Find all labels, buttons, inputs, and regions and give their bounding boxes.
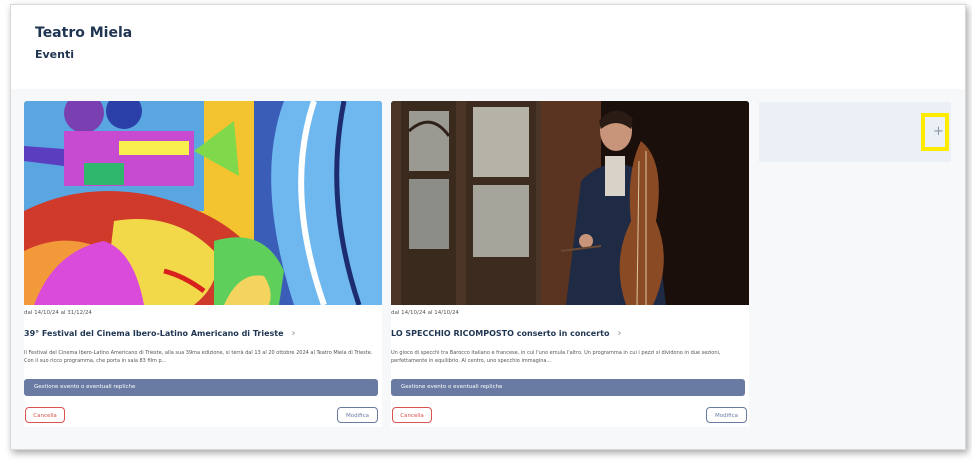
manage-event-button[interactable]: Gestione evento o eventuali repliche [391,379,745,396]
musician-with-double-bass-photo-image [391,101,749,305]
event-image[interactable] [24,101,382,305]
event-title: 39° Festival del Cinema Ibero-Latino Ame… [24,329,284,338]
event-title-link[interactable]: LO SPECCHIO RICOMPOSTO conserto in conce… [391,328,622,339]
event-description: Il Festival del Cinema Ibero-Latino Amer… [24,350,373,364]
event-card: dal 14/10/24 al 14/10/24 LO SPECCHIO RIC… [391,101,749,427]
event-dates: dal 14/10/24 al 31/12/24 [24,310,92,316]
chevron-right-icon: › [291,328,296,339]
plus-icon[interactable]: + [933,125,944,138]
events-area: dal 14/10/24 al 31/12/24 39° Festival de… [11,89,965,449]
chevron-right-icon: › [617,328,622,339]
edit-button[interactable]: Modifica [337,407,378,423]
page-title: Teatro Miela [35,25,133,41]
event-card: dal 14/10/24 al 31/12/24 39° Festival de… [24,101,382,427]
event-description: Un gioco di specchi tra Barocco italiano… [391,350,721,364]
cancel-button[interactable]: Cancella [392,407,432,423]
cancel-button[interactable]: Cancella [25,407,65,423]
event-image[interactable] [391,101,749,305]
colorful-illustration-image [24,101,382,305]
event-title-link[interactable]: 39° Festival del Cinema Ibero-Latino Ame… [24,328,296,339]
edit-button[interactable]: Modifica [706,407,747,423]
event-dates: dal 14/10/24 al 14/10/24 [391,310,459,316]
app-window: Teatro Miela Eventi dal 14/10/24 al 31/1… [10,4,966,450]
manage-event-button[interactable]: Gestione evento o eventuali repliche [24,379,378,396]
section-title: Eventi [35,48,75,61]
event-title: LO SPECCHIO RICOMPOSTO conserto in conce… [391,329,610,338]
